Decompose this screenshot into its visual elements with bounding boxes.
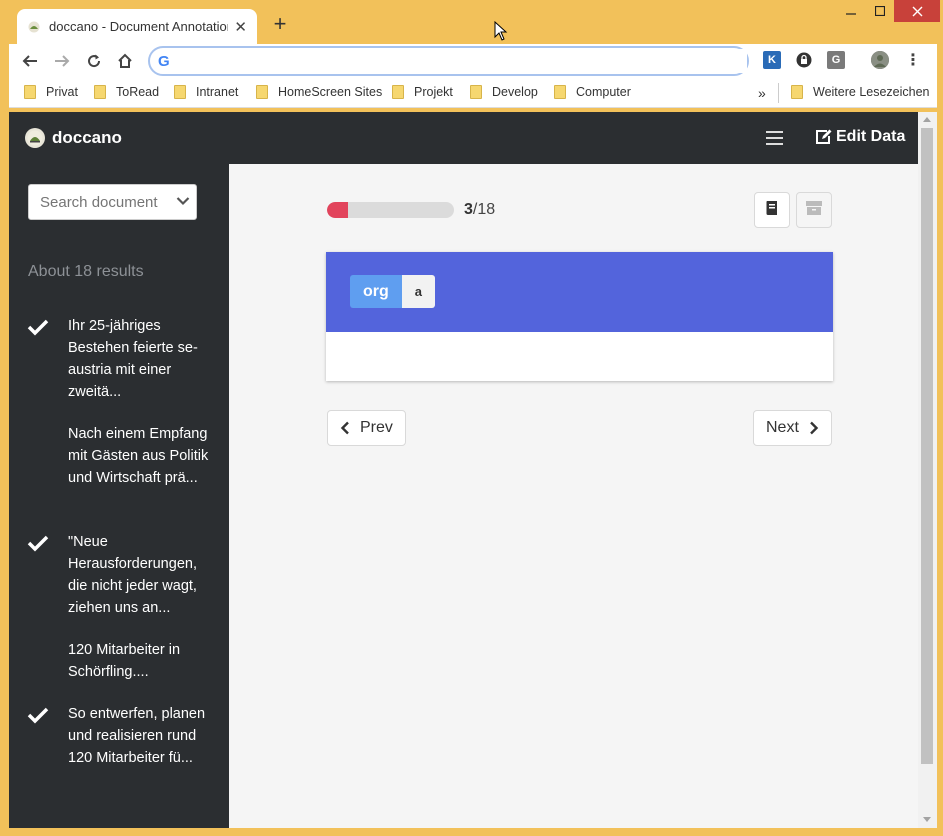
chevron-down-icon[interactable]	[176, 193, 190, 211]
folder-icon	[554, 85, 566, 99]
progress-total: 18	[477, 201, 496, 218]
folder-icon	[470, 85, 482, 99]
doccano-favicon-icon	[27, 20, 41, 34]
edit-data-label: Edit Data	[836, 128, 906, 145]
address-input[interactable]	[177, 49, 747, 73]
next-label: Next	[766, 419, 799, 436]
folder-icon	[256, 85, 268, 99]
tab-title: doccano - Document Annotation	[49, 19, 229, 34]
document-snippet: So entwerfen, planen und realisieren run…	[68, 706, 206, 766]
maximize-button[interactable]	[866, 0, 894, 22]
browser-window: doccano - Document Annotation ✕ + G K G …	[0, 0, 943, 836]
bookmarks-separator	[778, 83, 779, 103]
book-icon	[765, 200, 779, 221]
progress-current: 3	[464, 201, 473, 218]
label-bar: org a	[326, 252, 833, 332]
scroll-thumb[interactable]	[921, 128, 933, 764]
reload-icon[interactable]	[83, 50, 105, 72]
k-extension-icon[interactable]: K	[763, 51, 781, 69]
next-button[interactable]: Next	[753, 410, 832, 446]
document-snippet: 120 Mitarbeiter in Schörfling....	[68, 642, 181, 680]
bookmark-item[interactable]: Computer	[554, 85, 631, 99]
mouse-cursor-icon	[494, 20, 508, 46]
address-bar[interactable]: G	[148, 46, 749, 76]
check-icon	[27, 318, 49, 336]
label-name: org	[350, 275, 402, 308]
back-arrow-icon[interactable]	[19, 50, 41, 72]
progress-bar	[327, 202, 454, 218]
tab-close-icon[interactable]: ✕	[234, 18, 247, 36]
title-bar: doccano - Document Annotation ✕ +	[0, 0, 943, 44]
folder-icon	[94, 85, 106, 99]
other-bookmarks-item[interactable]: Weitere Lesezeichen	[791, 85, 930, 99]
archive-box-icon	[805, 200, 823, 221]
window-close-button[interactable]	[894, 0, 940, 22]
results-count: About 18 results	[28, 263, 144, 280]
bookmark-item[interactable]: Intranet	[174, 85, 238, 99]
brand[interactable]: doccano	[25, 128, 122, 148]
bookmark-item[interactable]: Projekt	[392, 85, 453, 99]
chevron-right-icon	[809, 421, 819, 435]
progress-text: 3/18	[464, 201, 495, 219]
label-org[interactable]: org a	[350, 275, 436, 308]
document-snippet: Ihr 25-jähriges Bestehen feierte se-aust…	[68, 318, 198, 400]
document-sidebar: About 18 results Ihr 25-jähriges Bestehe…	[9, 164, 229, 828]
annotation-card: org a	[326, 252, 833, 381]
prev-label: Prev	[360, 419, 393, 436]
new-tab-button[interactable]: +	[268, 12, 292, 36]
hamburger-menu-icon[interactable]	[766, 131, 783, 145]
edit-data-link[interactable]: Edit Data	[815, 128, 905, 146]
folder-icon	[791, 85, 803, 99]
check-icon	[27, 706, 49, 724]
progress-fill	[327, 202, 349, 218]
bookmark-item[interactable]: Develop	[470, 85, 538, 99]
annotation-panel: 3/18 org a Prev Next	[229, 164, 918, 828]
bookmarks-bar: Privat ToRead Intranet HomeScreen Sites …	[9, 78, 937, 108]
app-navbar: doccano Edit Data	[9, 112, 918, 164]
check-icon	[27, 534, 49, 552]
folder-icon	[24, 85, 36, 99]
folder-icon	[174, 85, 186, 99]
bookmarks-overflow-button[interactable]: »	[758, 85, 766, 101]
document-snippet: "Neue Herausforderungen, die nicht jeder…	[68, 534, 197, 616]
browser-tab[interactable]: doccano - Document Annotation ✕	[17, 9, 257, 44]
guideline-button[interactable]	[754, 192, 790, 228]
bookmark-item[interactable]: ToRead	[94, 85, 159, 99]
brand-name: doccano	[52, 128, 122, 147]
doccano-app: doccano Edit Data About 18 results	[9, 112, 937, 828]
archive-button[interactable]	[796, 192, 832, 228]
edit-icon	[815, 129, 832, 145]
bookmark-item[interactable]: Privat	[24, 85, 78, 99]
label-shortcut: a	[401, 275, 436, 308]
browser-menu-icon[interactable]: ⋮	[904, 51, 922, 69]
folder-icon	[392, 85, 404, 99]
page-scrollbar[interactable]	[918, 112, 937, 828]
g-extension-icon[interactable]: G	[827, 51, 845, 69]
chevron-left-icon	[340, 421, 350, 435]
minimize-button[interactable]	[836, 0, 866, 22]
google-g-icon: G	[158, 52, 170, 70]
browser-toolbar: G K G ⋮	[9, 44, 937, 78]
prev-button[interactable]: Prev	[327, 410, 406, 446]
bookmark-item[interactable]: HomeScreen Sites	[256, 85, 382, 99]
lock-extension-icon[interactable]	[795, 51, 813, 69]
document-snippet: Nach einem Empfang mit Gästen aus Politi…	[68, 426, 209, 486]
forward-arrow-icon[interactable]	[51, 50, 73, 72]
scroll-down-arrow-icon[interactable]	[923, 817, 931, 822]
scroll-up-arrow-icon[interactable]	[923, 117, 931, 122]
home-icon[interactable]	[114, 50, 136, 72]
profile-avatar[interactable]	[871, 51, 889, 69]
search-box[interactable]	[28, 184, 197, 220]
doccano-logo-icon	[25, 128, 45, 148]
search-input[interactable]	[38, 192, 166, 212]
